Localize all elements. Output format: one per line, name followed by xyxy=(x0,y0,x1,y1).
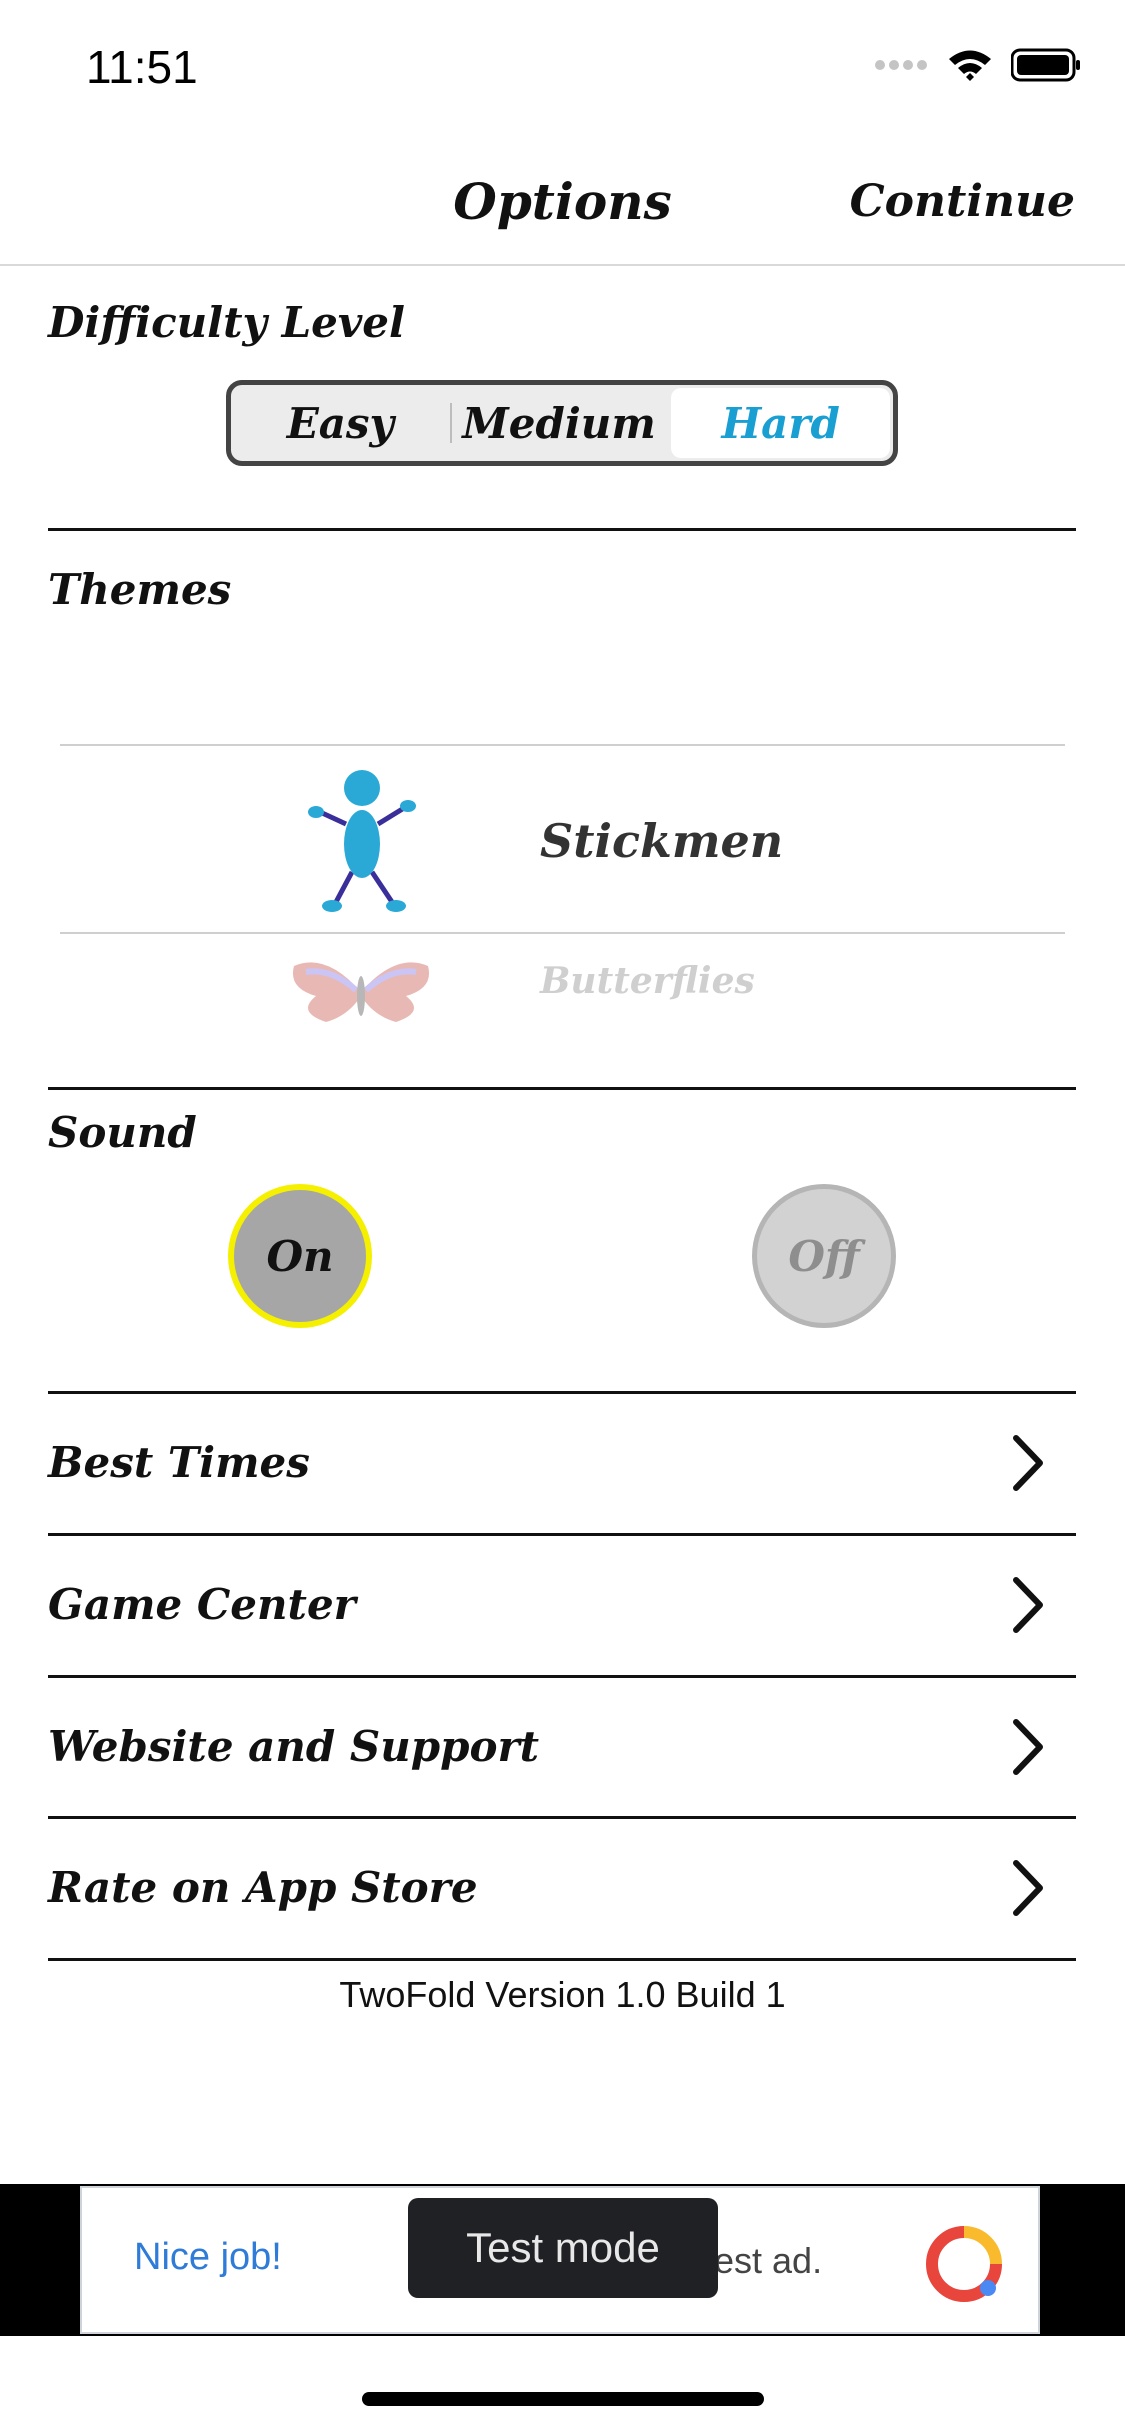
game-center-row[interactable]: Game Center xyxy=(48,1536,1076,1674)
theme-name-butterflies: Butterflies xyxy=(540,960,755,1002)
difficulty-hard-segment[interactable]: Hard xyxy=(671,388,891,458)
status-bar: 11:51 xyxy=(0,0,1125,140)
divider xyxy=(48,1958,1076,1961)
theme-option-stickmen[interactable]: Stickmen xyxy=(60,770,1065,912)
ad-headline: Nice job! xyxy=(134,2236,282,2278)
difficulty-segmented-control: Easy Medium Hard xyxy=(226,380,898,466)
navigation-bar: Options Continue xyxy=(0,140,1125,266)
picker-selection-top-line xyxy=(60,744,1065,746)
sound-on-button[interactable]: On xyxy=(228,1184,372,1328)
status-icons xyxy=(875,48,1081,82)
theme-name-stickmen: Stickmen xyxy=(540,814,784,868)
themes-section-title: Themes xyxy=(48,565,232,614)
test-mode-toast: Test mode xyxy=(408,2198,718,2298)
divider xyxy=(48,528,1076,531)
website-support-label: Website and Support xyxy=(48,1722,540,1771)
version-label: TwoFold Version 1.0 Build 1 xyxy=(339,1974,786,2015)
chevron-right-icon xyxy=(1013,1435,1043,1491)
difficulty-easy-segment[interactable]: Easy xyxy=(231,385,450,461)
difficulty-section-title: Difficulty Level xyxy=(48,298,405,347)
home-indicator[interactable] xyxy=(362,2392,764,2406)
continue-button[interactable]: Continue xyxy=(850,176,1075,227)
game-center-label: Game Center xyxy=(48,1580,356,1629)
ad-body-text: est ad. xyxy=(714,2240,823,2281)
chevron-right-icon xyxy=(1013,1577,1043,1633)
best-times-row[interactable]: Best Times xyxy=(48,1394,1076,1532)
rate-app-store-label: Rate on App Store xyxy=(48,1863,478,1912)
website-support-row[interactable]: Website and Support xyxy=(48,1678,1076,1816)
battery-icon xyxy=(1011,48,1080,82)
chevron-right-icon xyxy=(1013,1860,1043,1916)
divider xyxy=(48,1087,1076,1090)
rate-app-store-row[interactable]: Rate on App Store xyxy=(48,1819,1076,1957)
best-times-label: Best Times xyxy=(48,1438,310,1487)
chevron-right-icon xyxy=(1013,1719,1043,1775)
butterfly-icon xyxy=(292,962,430,1022)
theme-picker[interactable]: Stickmen Butterflies xyxy=(60,740,1065,1040)
wifi-icon xyxy=(949,50,991,81)
signal-icon xyxy=(875,60,927,70)
theme-option-butterflies[interactable]: Butterflies xyxy=(60,916,1065,1040)
stickman-icon xyxy=(308,770,416,912)
sound-off-button[interactable]: Off xyxy=(752,1184,896,1328)
difficulty-medium-segment[interactable]: Medium xyxy=(449,385,669,461)
status-time: 11:51 xyxy=(86,41,198,93)
ads-logo-icon xyxy=(926,2226,1002,2302)
sound-section-title: Sound xyxy=(48,1108,197,1157)
